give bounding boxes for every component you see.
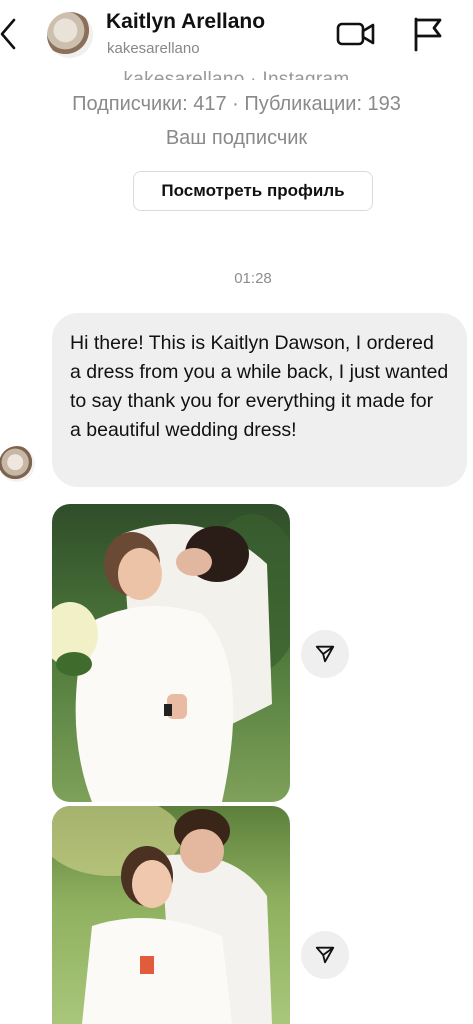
follower-status: Ваш подписчик — [165, 127, 308, 149]
chat-header: Kaitlyn Arellano kakesarellano — [0, 0, 473, 68]
chat-display-name[interactable]: Kaitlyn Arellano — [106, 10, 265, 34]
message-timestamp: 01:28 — [234, 270, 272, 287]
wedding-couple-photo — [52, 806, 290, 1024]
share-button[interactable] — [301, 630, 349, 678]
shared-photo[interactable] — [52, 504, 290, 802]
message-text: Hi there! This is Kaitlyn Dawson, I orde… — [70, 332, 449, 441]
message-bubble[interactable]: Hi there! This is Kaitlyn Dawson, I orde… — [52, 313, 467, 487]
profile-stats: Подписчики: 417 · Публикации: 193 — [72, 93, 401, 115]
view-profile-button[interactable]: Посмотреть профиль — [133, 171, 373, 211]
back-chevron-icon[interactable] — [0, 14, 20, 54]
paper-plane-icon — [315, 946, 335, 964]
sender-avatar[interactable] — [0, 446, 35, 482]
paper-plane-icon — [315, 645, 335, 663]
profile-avatar[interactable] — [47, 12, 93, 58]
video-call-icon[interactable] — [336, 19, 376, 49]
share-button[interactable] — [301, 931, 349, 979]
chat-username[interactable]: kakesarellano — [107, 40, 200, 57]
shared-photo[interactable] — [52, 806, 290, 1024]
wedding-couple-photo — [52, 504, 290, 802]
flag-icon[interactable] — [412, 16, 444, 52]
